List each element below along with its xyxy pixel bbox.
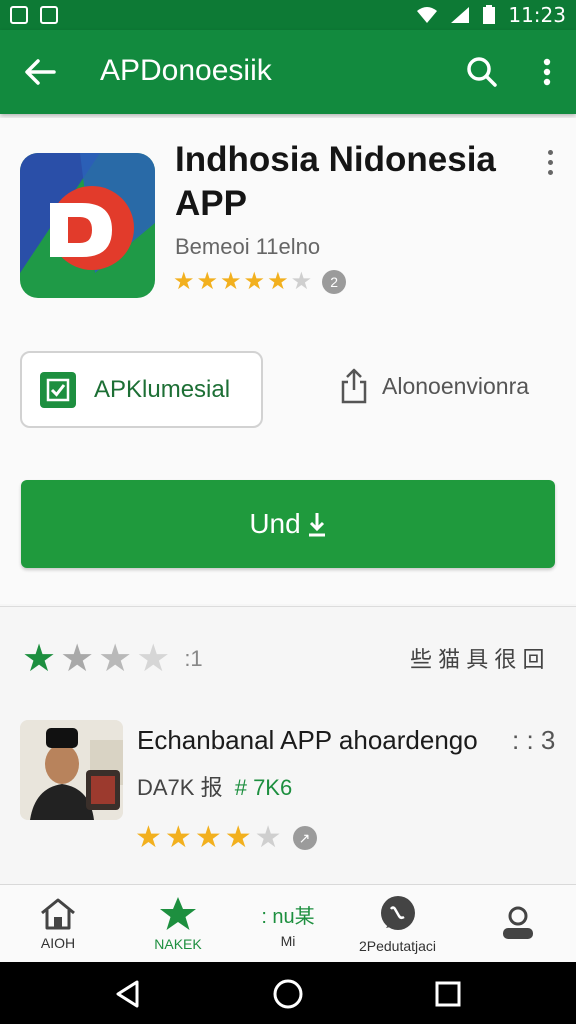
- nav-chat-label: 2Pedutatjaci: [358, 938, 437, 954]
- app-logo-icon: [20, 153, 155, 298]
- nav-middle[interactable]: : nu某 Mi: [248, 885, 328, 963]
- star-empty-icon: ★: [254, 821, 282, 854]
- star-filled-icon: ★: [135, 821, 162, 854]
- related-app-rating: ★ ★ ★ ★ ★ ↗: [135, 823, 317, 853]
- related-app-meta-left: DA7K 报: [137, 775, 223, 800]
- search-button[interactable]: [462, 52, 502, 92]
- star-empty-icon: ★: [98, 638, 133, 680]
- nav-chat[interactable]: 2Pedutatjaci: [340, 885, 455, 963]
- related-rating-badge: ↗: [292, 826, 317, 850]
- back-arrow-icon: [25, 59, 56, 85]
- related-app-thumbnail: [20, 720, 123, 820]
- app-developer[interactable]: Bemeoi 11elno: [175, 234, 320, 260]
- system-recents-button[interactable]: [430, 976, 466, 1012]
- battery-icon: [483, 5, 496, 24]
- app-rating: ★ ★ ★ ★ ★ ★ 2: [173, 268, 347, 295]
- star-empty-icon: ★: [136, 638, 171, 680]
- system-navigation-bar: [0, 962, 576, 1024]
- related-app-meta: DA7K 报 # 7K6: [137, 770, 292, 802]
- more-options-button[interactable]: [530, 52, 564, 92]
- share-icon: [341, 368, 367, 404]
- app-bar-title: APDonoesiik: [100, 54, 272, 87]
- install-button[interactable]: Und: [21, 480, 555, 568]
- check-icon: [40, 371, 76, 408]
- star-filled-icon: ★: [243, 268, 266, 295]
- verified-button[interactable]: APKlumesial: [20, 351, 263, 428]
- star-empty-icon: ★: [60, 638, 95, 680]
- nav-home-label: AIOH: [40, 935, 76, 951]
- more-vert-icon: [543, 58, 551, 86]
- star-half-icon: ★: [224, 821, 252, 854]
- star-filled-icon: ★: [22, 638, 57, 680]
- review-rating[interactable]: ★ ★ ★ ★ :1: [22, 640, 203, 678]
- related-app-title: Echanbanal APP ahoardengo: [137, 725, 478, 755]
- person-icon: [503, 906, 533, 939]
- bottom-navigation: AIOH NAKEK : nu某 Mi 2Pedutatjaci: [0, 884, 576, 963]
- search-icon: [467, 57, 497, 87]
- nav-home[interactable]: AIOH: [18, 885, 98, 963]
- home-icon: [41, 898, 75, 930]
- app-icon[interactable]: [20, 153, 155, 298]
- verified-label: APKlumesial: [94, 375, 231, 403]
- app-name: Indhosia Nidonesia APP: [175, 140, 496, 223]
- back-button[interactable]: [20, 52, 60, 92]
- app-notification-icon: [40, 6, 58, 24]
- star-filled-icon: ★: [164, 821, 192, 854]
- nav-featured[interactable]: NAKEK: [138, 885, 218, 963]
- app-bar: APDonoesiik: [0, 30, 576, 114]
- square-recents-icon: [435, 981, 461, 1007]
- app-overflow-button[interactable]: [540, 150, 560, 180]
- star-filled-icon: ★: [220, 268, 242, 295]
- system-back-button[interactable]: [110, 976, 146, 1012]
- app-details-card: Indhosia Nidonesia APP Bemeoi 11elno ★ ★…: [0, 118, 576, 604]
- wifi-icon: [417, 7, 438, 23]
- chat-icon: [380, 896, 415, 930]
- section-divider: [0, 606, 576, 607]
- install-label: Und: [249, 508, 301, 539]
- related-app-meta-right: # 7K6: [234, 775, 293, 800]
- star-filled-icon: ★: [173, 268, 195, 295]
- nav-profile[interactable]: [478, 885, 558, 963]
- download-icon: [308, 513, 325, 537]
- status-time: 11:23: [508, 3, 566, 27]
- review-link-label: 些 猫 具 很 回: [410, 647, 545, 672]
- signal-icon: [451, 7, 470, 23]
- system-home-button[interactable]: [270, 976, 306, 1012]
- rating-badge: 2: [322, 270, 347, 294]
- review-link[interactable]: 些 猫 具 很 回: [410, 642, 544, 674]
- star-half-icon: ★: [267, 268, 289, 295]
- image-notification-icon: [10, 6, 28, 24]
- nav-featured-label: NAKEK: [154, 936, 202, 952]
- related-app-count: : : 3: [512, 725, 556, 755]
- star-empty-icon: ★: [290, 268, 313, 295]
- share-button[interactable]: Alonoenvionra: [340, 368, 529, 404]
- star-filled-icon: ★: [196, 268, 219, 295]
- status-bar: 11:23: [0, 0, 576, 30]
- nav-middle-label: Mi: [280, 932, 296, 949]
- nav-middle-icon-text: : nu某: [261, 905, 315, 928]
- person-photo-icon: [20, 720, 123, 820]
- triangle-back-icon: [116, 980, 139, 1008]
- circle-home-icon: [273, 979, 303, 1009]
- share-label: Alonoenvionra: [382, 372, 530, 399]
- related-app-card[interactable]: Echanbanal APP ahoardengo : : 3 DA7K 报 #…: [0, 705, 576, 880]
- star-filled-icon: ★: [194, 821, 222, 854]
- star-icon: [160, 897, 196, 930]
- review-count: :1: [184, 646, 203, 671]
